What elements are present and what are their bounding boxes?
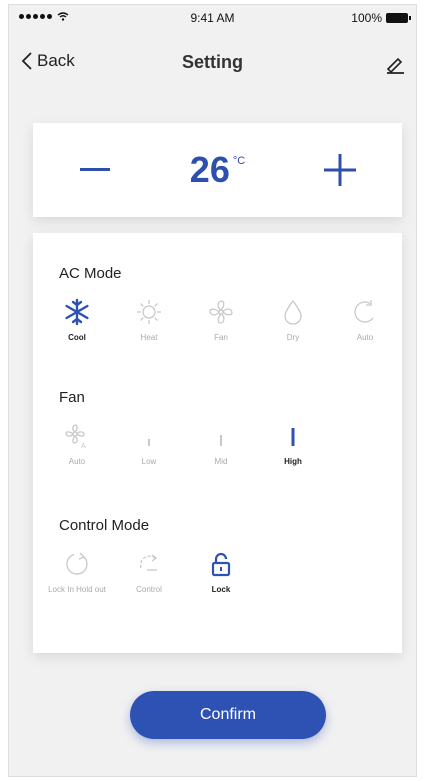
plus-icon xyxy=(323,154,356,186)
decrease-temp-button[interactable] xyxy=(65,140,125,200)
edit-icon[interactable] xyxy=(384,53,406,75)
control-icon xyxy=(139,554,158,571)
ac-mode-label: Heat xyxy=(140,333,158,342)
battery-icon xyxy=(386,13,411,23)
battery-status: 100% xyxy=(351,11,411,25)
control-mode-label: Lock In Hold out xyxy=(48,585,106,594)
svg-text:A: A xyxy=(81,443,86,450)
ac-mode-label: Cool xyxy=(68,333,86,342)
increase-temp-button[interactable] xyxy=(310,140,370,200)
hold-icon xyxy=(66,552,88,575)
ac-mode-dry-option[interactable]: Dry xyxy=(257,295,329,343)
fan-options: A Auto Low Mid High xyxy=(41,419,329,467)
settings-card: AC Mode Cool Heat Fan Dry Auto Fan A Aut… xyxy=(33,233,402,653)
control-mode-options: Lock In Hold out Control Lock xyxy=(41,547,257,595)
control-lock-option[interactable]: Lock xyxy=(185,547,257,595)
ac-mode-auto-option[interactable]: Auto xyxy=(329,295,401,343)
fan-label: Mid xyxy=(214,457,228,466)
status-bar: 9:41 AM 100% xyxy=(9,5,416,31)
fan-high-icon xyxy=(291,428,295,446)
ac-mode-label: Auto xyxy=(356,333,374,342)
ac-mode-fan-option[interactable]: Fan xyxy=(185,295,257,343)
control-mode-title: Control Mode xyxy=(59,517,150,534)
page-title: Setting xyxy=(182,52,243,72)
control-mode-label: Control xyxy=(136,585,162,594)
fan-label: Low xyxy=(141,457,157,466)
ac-mode-cool-option[interactable]: Cool xyxy=(41,295,113,343)
fan-title: Fan xyxy=(59,389,85,406)
fan-icon xyxy=(209,300,233,324)
control-mode-label: Lock xyxy=(211,585,231,594)
confirm-button[interactable]: Confirm xyxy=(130,691,326,739)
temperature-card: 26 °C xyxy=(33,123,402,217)
fan-mid-option[interactable]: Mid xyxy=(185,419,257,467)
auto-icon xyxy=(354,300,374,323)
fan-auto-icon: A xyxy=(65,424,86,450)
ac-mode-options: Cool Heat Fan Dry Auto xyxy=(41,295,401,343)
control-control-option[interactable]: Control xyxy=(113,547,185,595)
nav-bar: Back Setting xyxy=(9,45,416,85)
fan-label: Auto xyxy=(68,457,86,466)
temperature-value: 26 xyxy=(189,149,230,190)
ac-mode-label: Dry xyxy=(286,333,300,342)
control-hold-option[interactable]: Lock In Hold out xyxy=(41,547,113,595)
snowflake-icon xyxy=(65,298,89,326)
minus-icon xyxy=(80,168,111,171)
droplet-icon xyxy=(284,299,302,325)
ac-mode-title: AC Mode xyxy=(59,265,122,282)
fan-label: High xyxy=(284,457,302,466)
fan-low-icon xyxy=(148,439,150,446)
fan-low-option[interactable]: Low xyxy=(113,419,185,467)
ac-mode-label: Fan xyxy=(214,333,228,342)
ac-mode-heat-option[interactable]: Heat xyxy=(113,295,185,343)
fan-mid-icon xyxy=(220,435,222,446)
lock-icon xyxy=(211,552,231,577)
fan-auto-option[interactable]: A Auto xyxy=(41,419,113,467)
battery-percent: 100% xyxy=(351,11,382,25)
sun-icon xyxy=(137,300,161,324)
phone-screen: 9:41 AM 100% Back Setting 26 °C AC Mode … xyxy=(8,4,417,777)
temperature-unit: °C xyxy=(232,155,246,167)
fan-high-option[interactable]: High xyxy=(257,419,329,467)
temperature-display: 26 °C xyxy=(190,149,245,191)
